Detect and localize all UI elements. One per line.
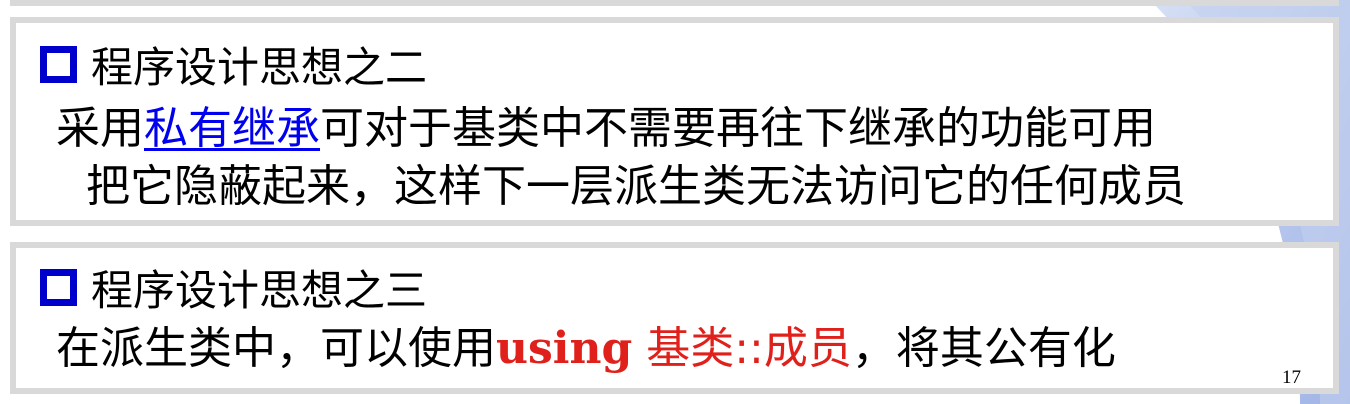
section-two-heading: 程序设计思想之二: [40, 39, 427, 92]
using-keyword: using: [496, 323, 633, 374]
line1-suffix: 可对于基类中不需要再往下继承的功能可用: [320, 103, 1156, 154]
previous-content-panel: [10, 0, 1339, 6]
body-suffix: ，将其公有化: [851, 323, 1116, 374]
private-inheritance-link[interactable]: 私有继承: [144, 103, 320, 154]
square-bullet-icon: [40, 268, 77, 306]
body-prefix: 在派生类中，可以使用: [56, 323, 496, 374]
using-declaration: using 基类::成员: [496, 323, 852, 374]
line1-prefix: 采用: [56, 103, 144, 154]
square-bullet-icon: [40, 45, 77, 83]
base-member-text: 基类::成员: [632, 323, 852, 374]
section-two-line-1: 采用私有继承可对于基类中不需要再往下继承的功能可用: [56, 100, 1156, 158]
section-three-heading: 程序设计思想之三: [40, 262, 427, 315]
section-three-panel: 程序设计思想之三 在派生类中，可以使用using 基类::成员，将其公有化: [10, 242, 1339, 394]
section-two-line-2: 把它隐蔽起来，这样下一层派生类无法访问它的任何成员: [86, 161, 1186, 212]
page-number: 17: [1282, 367, 1301, 388]
section-two-heading-text: 程序设计思想之二: [91, 42, 428, 92]
section-three-heading-text: 程序设计思想之三: [91, 265, 428, 315]
section-three-body: 在派生类中，可以使用using 基类::成员，将其公有化: [56, 320, 1116, 378]
section-two-panel: 程序设计思想之二 采用私有继承可对于基类中不需要再往下继承的功能可用 把它隐蔽起…: [10, 17, 1339, 226]
